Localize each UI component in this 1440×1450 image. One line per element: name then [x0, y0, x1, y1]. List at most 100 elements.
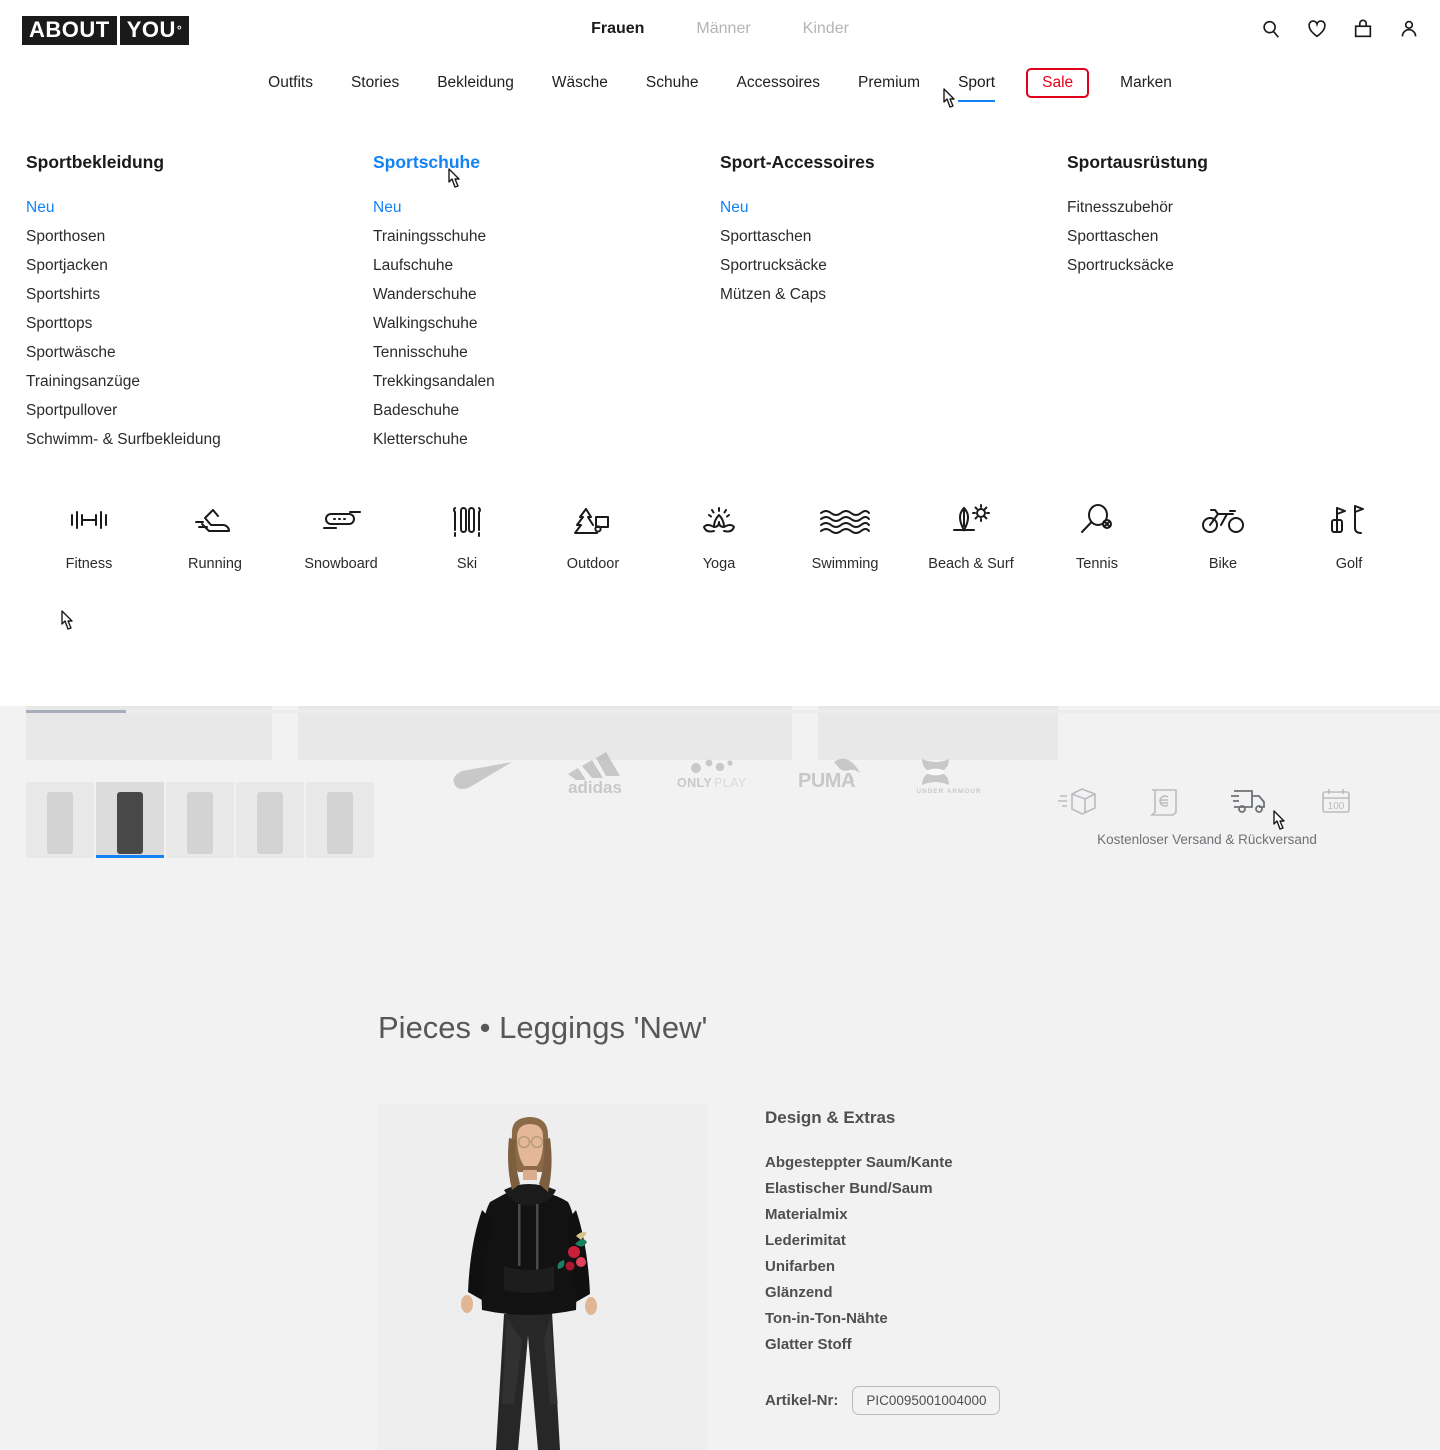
mega-column-sport-accessoires: Sport-Accessoires Neu Sporttaschen Sport…	[720, 152, 1067, 454]
link-fitnesszubehoer[interactable]: Fitnesszubehör	[1067, 193, 1414, 222]
sport-category-track: Fitness Running Snowboard Ski Outdoor Yo…	[26, 494, 1440, 572]
mega-column-sportausruestung: Sportausrüstung Fitnesszubehör Sporttasc…	[1067, 152, 1414, 454]
nav-item-marken[interactable]: Marken	[1101, 72, 1191, 94]
article-number-value[interactable]: PIC0095001004000	[852, 1386, 1001, 1415]
category-tennis[interactable]: Tennis	[1034, 494, 1160, 572]
gender-tab-kinder[interactable]: Kinder	[803, 20, 849, 38]
onlyplay-logo[interactable]: ONLY PLAY	[672, 754, 758, 794]
product-title: Pieces • Leggings 'New'	[378, 1010, 708, 1045]
column-links: Neu Trainingsschuhe Laufschuhe Wandersch…	[373, 193, 720, 454]
spec-item: Elastischer Bund/Saum	[765, 1180, 933, 1197]
category-label: Tennis	[1076, 556, 1118, 572]
product-main-image[interactable]	[378, 1104, 708, 1450]
specs-title: Design & Extras	[765, 1108, 896, 1127]
link-sporthosen[interactable]: Sporthosen	[26, 222, 373, 251]
svg-text:UNDER ARMOUR: UNDER ARMOUR	[916, 788, 981, 795]
svg-text:adidas: adidas	[568, 778, 622, 796]
link-sportpullover[interactable]: Sportpullover	[26, 396, 373, 425]
link-sporttaschen[interactable]: Sporttaschen	[720, 222, 1067, 251]
column-title-sport-accessoires[interactable]: Sport-Accessoires	[720, 152, 875, 173]
link-sporttops[interactable]: Sporttops	[26, 309, 373, 338]
link-walkingschuhe[interactable]: Walkingschuhe	[373, 309, 720, 338]
mega-column-sportschuhe: Sportschuhe Neu Trainingsschuhe Laufschu…	[373, 152, 720, 454]
puma-logo[interactable]: PUMA	[794, 754, 872, 794]
mega-column-sportbekleidung: Sportbekleidung Neu Sporthosen Sportjack…	[26, 152, 373, 454]
link-neu[interactable]: Neu	[373, 193, 720, 222]
article-number-label: Artikel-Nr:	[765, 1392, 839, 1409]
link-kletterschuhe[interactable]: Kletterschuhe	[373, 425, 720, 454]
category-label: Running	[187, 556, 242, 572]
spec-item: Materialmix	[765, 1206, 848, 1223]
category-scrollbar[interactable]	[26, 710, 1440, 713]
link-schwimm-surfbekleidung[interactable]: Schwimm- & Surfbekleidung	[26, 425, 373, 454]
category-golf[interactable]: Golf	[1286, 494, 1412, 572]
spec-item: Ton-in-Ton-Nähte	[765, 1310, 888, 1327]
heart-icon[interactable]	[1306, 18, 1328, 40]
gender-tab-maenner[interactable]: Männer	[696, 20, 750, 38]
category-label: Ski	[456, 556, 478, 572]
user-icon[interactable]	[1398, 18, 1420, 40]
nav-item-waesche[interactable]: Wäsche	[533, 72, 627, 94]
link-sportjacken[interactable]: Sportjacken	[26, 251, 373, 280]
column-title-sportschuhe[interactable]: Sportschuhe	[373, 152, 480, 173]
nav-item-schuhe[interactable]: Schuhe	[627, 72, 718, 94]
category-scrollbar-thumb[interactable]	[26, 710, 126, 713]
nike-swoosh-logo[interactable]	[450, 759, 518, 789]
category-bike[interactable]: Bike	[1160, 494, 1286, 572]
nav-item-stories[interactable]: Stories	[332, 72, 418, 94]
category-yoga[interactable]: Yoga	[656, 494, 782, 572]
link-sportwaesche[interactable]: Sportwäsche	[26, 338, 373, 367]
link-muetzen-caps[interactable]: Mützen & Caps	[720, 280, 1067, 309]
column-title-sportausruestung[interactable]: Sportausrüstung	[1067, 152, 1208, 173]
svg-text:PLAY: PLAY	[714, 776, 747, 790]
service-label: Kostenloser Versand & Rückversand	[1097, 832, 1317, 847]
link-sportrucksaecke[interactable]: Sportrucksäcke	[720, 251, 1067, 280]
surfboard-sun-icon	[908, 494, 1034, 546]
under-armour-logo[interactable]: UNDER ARMOUR	[908, 753, 990, 795]
search-icon[interactable]	[1260, 18, 1282, 40]
category-running[interactable]: Running	[152, 494, 278, 572]
category-snowboard[interactable]: Snowboard	[278, 494, 404, 572]
sport-category-carousel[interactable]: Fitness Running Snowboard Ski Outdoor Yo…	[0, 494, 1440, 606]
category-fitness[interactable]: Fitness	[26, 494, 152, 572]
link-badeschuhe[interactable]: Badeschuhe	[373, 396, 720, 425]
spec-item: Glänzend	[765, 1284, 833, 1301]
link-sportrucksaecke[interactable]: Sportrucksäcke	[1067, 251, 1414, 280]
ski-icon	[404, 494, 530, 546]
category-label: Fitness	[65, 556, 113, 572]
page-root: 100 Kostenloser Versand & Rückversand Pi…	[0, 0, 1440, 1450]
nav-item-accessoires[interactable]: Accessoires	[717, 72, 839, 94]
link-trainingsschuhe[interactable]: Trainingsschuhe	[373, 222, 720, 251]
link-neu[interactable]: Neu	[26, 193, 373, 222]
nav-active-underline	[958, 99, 996, 102]
brand-logo-row: adidas ONLY PLAY PUMA UNDER ARMOUR	[0, 742, 1440, 806]
link-trekkingsandalen[interactable]: Trekkingsandalen	[373, 367, 720, 396]
specs-list: Abgesteppter Saum/Kante Elastischer Bund…	[765, 1150, 1185, 1358]
category-outdoor[interactable]: Outdoor	[530, 494, 656, 572]
link-sportshirts[interactable]: Sportshirts	[26, 280, 373, 309]
article-number-row: Artikel-Nr: PIC0095001004000	[765, 1386, 1185, 1415]
outdoor-tent-icon	[530, 494, 656, 546]
category-beach-surf[interactable]: Beach & Surf	[908, 494, 1034, 572]
category-swimming[interactable]: Swimming	[782, 494, 908, 572]
dumbbell-icon	[26, 494, 152, 546]
nav-item-bekleidung[interactable]: Bekleidung	[418, 72, 533, 94]
nav-item-premium[interactable]: Premium	[839, 72, 939, 94]
waves-icon	[782, 494, 908, 546]
link-tennisschuhe[interactable]: Tennisschuhe	[373, 338, 720, 367]
adidas-logo[interactable]: adidas	[554, 752, 636, 796]
category-ski[interactable]: Ski	[404, 494, 530, 572]
nav-item-sale[interactable]: Sale	[1026, 68, 1090, 98]
bag-icon[interactable]	[1352, 18, 1374, 40]
link-sporttaschen[interactable]: Sporttaschen	[1067, 222, 1414, 251]
spec-item: Abgesteppter Saum/Kante	[765, 1154, 953, 1171]
gender-tab-frauen[interactable]: Frauen	[591, 20, 644, 38]
link-wanderschuhe[interactable]: Wanderschuhe	[373, 280, 720, 309]
link-neu[interactable]: Neu	[720, 193, 1067, 222]
link-trainingsanzuege[interactable]: Trainingsanzüge	[26, 367, 373, 396]
link-laufschuhe[interactable]: Laufschuhe	[373, 251, 720, 280]
column-title-sportbekleidung[interactable]: Sportbekleidung	[26, 152, 164, 173]
nav-item-outfits[interactable]: Outfits	[249, 72, 332, 94]
lotus-icon	[656, 494, 782, 546]
nav-item-sport[interactable]: Sport	[939, 72, 1014, 102]
